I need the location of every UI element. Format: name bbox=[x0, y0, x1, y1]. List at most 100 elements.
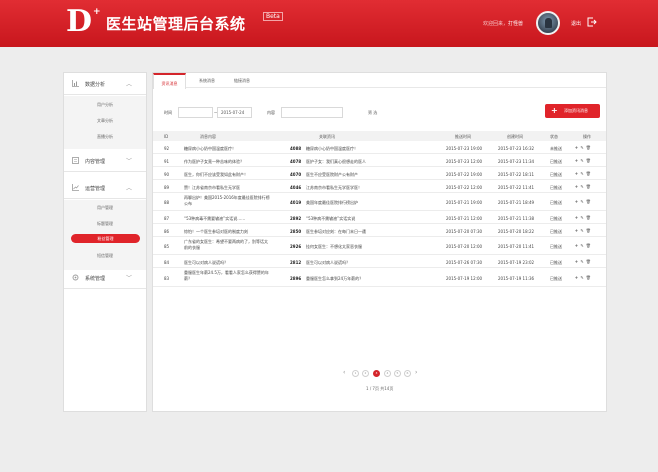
avatar[interactable] bbox=[536, 11, 560, 35]
delete-icon[interactable]: 🗑 bbox=[586, 158, 593, 163]
delete-icon[interactable]: 🗑 bbox=[586, 199, 593, 204]
row-content: 重服医生年薪24.5万，看看人家怎么获得赞的年薪？ bbox=[184, 270, 269, 281]
row-id: 90 bbox=[164, 172, 170, 177]
row-push-time: 2015-07-23 12:00 bbox=[446, 159, 483, 164]
row-push-time: 2015-07-22 12:00 bbox=[446, 185, 483, 190]
row-status: 已推送 bbox=[550, 159, 562, 164]
menu-group-data-analysis[interactable]: 数据分析 ︿ bbox=[64, 73, 146, 95]
row-status: 已推送 bbox=[550, 200, 562, 205]
menu-group-content[interactable]: 内容管理 ﹀ bbox=[64, 150, 146, 172]
table-row: 91 作为医护子女竟一种苦味的体验？ 4078 医护子女：我们真心很想走的医人 2015… bbox=[153, 154, 606, 167]
logout-icon[interactable] bbox=[587, 17, 597, 27]
system-title: 医生站管理后台系统 bbox=[106, 15, 246, 33]
page-button[interactable]: 4 bbox=[384, 370, 391, 377]
row-actions: ✈✎🗑 bbox=[575, 184, 593, 190]
content-label: 内容 bbox=[267, 110, 275, 115]
row-created-time: 2015-07-21 11:38 bbox=[498, 216, 535, 221]
logo-letter: D bbox=[66, 4, 93, 39]
page-button[interactable]: 2 bbox=[362, 370, 369, 377]
tab-link-messages[interactable]: 链接消息 bbox=[234, 78, 250, 84]
delete-icon[interactable]: 🗑 bbox=[586, 228, 593, 233]
row-related: 美国年度最佳医院排行榜出炉 bbox=[306, 200, 358, 205]
col-id: ID bbox=[164, 134, 169, 139]
chevron-down-icon: ﹀ bbox=[126, 275, 133, 282]
row-push-time: 2015-07-20 07:30 bbox=[446, 229, 483, 234]
delete-icon[interactable]: 🗑 bbox=[586, 243, 593, 248]
username[interactable]: 打怪兽 bbox=[508, 21, 523, 27]
col-actions: 操作 bbox=[583, 134, 591, 139]
page-button[interactable]: 6 bbox=[404, 370, 411, 377]
menu-group-label: 数据分析 bbox=[85, 82, 106, 88]
row-id: 83 bbox=[164, 276, 170, 281]
time-label: 时间 bbox=[164, 110, 172, 115]
delete-icon[interactable]: 🗑 bbox=[586, 259, 593, 264]
row-count: 2896 bbox=[290, 276, 302, 281]
tab-news-messages[interactable]: 资讯消息 bbox=[153, 73, 186, 89]
sidebar-item-user-management[interactable]: 用户管理 bbox=[64, 205, 146, 211]
welcome-text: 欢迎回来，打怪兽 bbox=[483, 20, 523, 27]
date-from-input[interactable] bbox=[178, 107, 213, 118]
row-status: 已推送 bbox=[550, 260, 562, 265]
page-button[interactable]: 1 bbox=[352, 370, 359, 377]
row-created-time: 2015-07-20 18:22 bbox=[498, 229, 535, 234]
sidebar-item-article-analysis[interactable]: 文章分析 bbox=[64, 118, 146, 124]
next-page-icon[interactable]: › bbox=[415, 369, 417, 376]
row-created-time: 2015-07-20 11:41 bbox=[498, 244, 535, 249]
row-push-time: 2015-07-22 19:00 bbox=[446, 172, 483, 177]
menu-group-operation[interactable]: 运营管理 ︿ bbox=[64, 177, 146, 199]
page-button[interactable]: 5 bbox=[394, 370, 401, 377]
row-related: 挂何女医生：不想化太家恶衣服 bbox=[306, 244, 362, 249]
delete-icon[interactable]: 🗑 bbox=[586, 145, 593, 150]
welcome-prefix: 欢迎回来， bbox=[483, 21, 509, 27]
prev-page-icon[interactable]: ‹ bbox=[343, 369, 345, 376]
row-status: 已推送 bbox=[550, 229, 562, 234]
row-related: 医生不应受医院财产公有财产 bbox=[306, 172, 358, 177]
row-content: 再聊出炉！美国2015-2016年度最佳医院排行榜公布 bbox=[184, 195, 270, 206]
row-count: 4078 bbox=[290, 159, 302, 164]
row-content: 惊怕！一个医生参培对医的制度力刻 bbox=[184, 229, 248, 234]
row-created-time: 2015-07-22 18:11 bbox=[498, 172, 535, 177]
row-count: 2812 bbox=[290, 260, 302, 265]
delete-icon[interactable]: 🗑 bbox=[586, 184, 593, 189]
logout-link[interactable]: 退出 bbox=[571, 20, 581, 27]
date-to-input[interactable]: 2015-07-24 bbox=[217, 107, 252, 118]
add-news-message-button[interactable]: + 添加资讯消息 bbox=[545, 104, 600, 118]
row-created-time: 2015-07-19 23:02 bbox=[498, 260, 535, 265]
menu-group-label: 系统管理 bbox=[85, 276, 106, 282]
table-row: 90 医生，你们不应该受我如此有财产！ 4070 医生不应受医院财产公有财产 2015-… bbox=[153, 167, 606, 180]
row-content: 医生可以对病人说谎吗？ bbox=[184, 260, 228, 265]
row-related: 医生参培对应刻：在每门末日一遭 bbox=[306, 229, 366, 234]
menu-group-system[interactable]: 系统管理 ﹀ bbox=[64, 267, 146, 289]
delete-icon[interactable]: 🗑 bbox=[586, 171, 593, 176]
sidebar-item-user-analysis[interactable]: 用户分析 bbox=[64, 102, 146, 108]
sidebar-item-live-analysis[interactable]: 直播分析 bbox=[64, 134, 146, 140]
main-panel: 资讯消息 系统消息 链接消息 时间 — 2015-07-24 内容 筛 选 + … bbox=[152, 72, 607, 412]
col-related: 关联资讯 bbox=[319, 134, 335, 139]
row-created-time: 2015-07-23 11:34 bbox=[498, 159, 535, 164]
sidebar-item-sms-management[interactable]: 短信管理 bbox=[64, 253, 146, 259]
page-button-current[interactable]: 3 bbox=[373, 370, 380, 377]
col-created-time: 创建时间 bbox=[507, 134, 523, 139]
row-id: 84 bbox=[164, 260, 170, 265]
submenu-operation: 用户管理 标题管理 粉丝管理 短信管理 bbox=[64, 200, 146, 270]
delete-icon[interactable]: 🗑 bbox=[586, 215, 593, 220]
table-row: 85 广东省的女医生：希望不要两病的了，别等话太前的衣服 2926 挂何女医生：不想化… bbox=[153, 237, 606, 255]
top-header: D + 医生站管理后台系统 Beta 欢迎回来，打怪兽 退出 bbox=[0, 0, 658, 47]
sidebar-item-title-management[interactable]: 标题管理 bbox=[64, 221, 146, 227]
row-push-time: 2015-07-20 12:00 bbox=[446, 244, 483, 249]
chart-icon bbox=[72, 80, 79, 87]
filter-button[interactable]: 筛 选 bbox=[368, 110, 377, 116]
sidebar-item-fan-management[interactable]: 粉丝管理 bbox=[71, 234, 140, 243]
row-created-time: 2015-07-22 11:41 bbox=[498, 185, 535, 190]
delete-icon[interactable]: 🗑 bbox=[586, 275, 593, 280]
row-push-time: 2015-07-23 19:00 bbox=[446, 146, 483, 151]
row-push-time: 2015-07-21 19:00 bbox=[446, 200, 483, 205]
menu-group-label: 内容管理 bbox=[85, 159, 106, 165]
row-content: 赞！江苏省南京市看私生无学医 bbox=[184, 185, 240, 190]
row-actions: ✈✎🗑 bbox=[575, 215, 593, 221]
row-created-time: 2015-07-21 18:49 bbox=[498, 200, 535, 205]
content-icon bbox=[72, 157, 79, 164]
content-search-input[interactable] bbox=[281, 107, 343, 118]
row-status: 已推送 bbox=[550, 172, 562, 177]
tab-system-messages[interactable]: 系统消息 bbox=[199, 78, 215, 84]
